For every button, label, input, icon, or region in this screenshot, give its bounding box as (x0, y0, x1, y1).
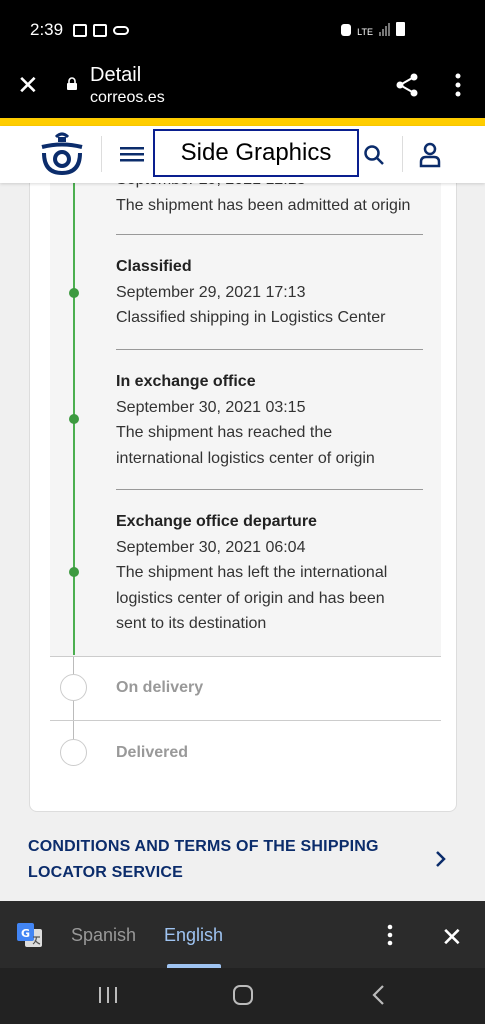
search-icon[interactable] (363, 144, 385, 166)
home-icon[interactable] (232, 984, 254, 1006)
conditions-link-line: CONDITIONS AND TERMS OF THE SHIPPING (28, 838, 379, 855)
page-title: Detail (90, 64, 142, 86)
share-icon[interactable] (394, 72, 420, 98)
tracking-card: September 29, 2021 12:13 The shipment ha… (29, 160, 457, 812)
pending-step-circle (60, 674, 87, 701)
timeline-line-pending (73, 656, 74, 750)
status-bar: 2:39 LTE (0, 0, 485, 60)
brand-stripe (0, 118, 485, 126)
user-account-icon[interactable] (418, 142, 442, 168)
section-divider (50, 656, 441, 657)
signal-icon (379, 23, 390, 36)
header-separator (402, 136, 403, 172)
event-divider (116, 349, 423, 350)
timeline-dot (69, 414, 79, 424)
translate-more-icon[interactable] (383, 923, 397, 947)
system-navigation-bar (0, 968, 485, 1024)
voicemail-icon (113, 26, 129, 35)
lock-icon (67, 77, 77, 90)
translate-close-icon[interactable]: ✕ (441, 922, 463, 953)
conditions-link[interactable]: CONDITIONS AND TERMS OF THE SHIPPING LOC… (28, 834, 398, 886)
event-description: logistics center of origin and has been (116, 589, 385, 607)
pending-step-label: On delivery (116, 679, 204, 696)
alarm-icon (341, 24, 352, 36)
timeline-event: Classified September 29, 2021 17:13 Clas… (116, 254, 426, 331)
notification-icons (73, 24, 129, 37)
close-icon[interactable]: ✕ (17, 70, 39, 101)
event-description: Classified shipping in Logistics Center (116, 309, 386, 326)
timeline-dot (69, 288, 79, 298)
event-title: Classified (116, 258, 192, 275)
event-description: international logistics center of origin (116, 449, 375, 467)
section-divider (50, 720, 441, 721)
event-divider (116, 234, 423, 235)
event-date: September 30, 2021 03:15 (116, 398, 306, 416)
back-icon[interactable] (370, 984, 388, 1006)
event-date: September 30, 2021 06:04 (116, 538, 306, 556)
hamburger-menu-icon[interactable] (120, 145, 144, 163)
event-date: September 29, 2021 17:13 (116, 283, 306, 301)
mail-icon (93, 24, 107, 37)
status-time: 2:39 (30, 20, 64, 39)
translate-bar: G Spanish English ✕ (0, 901, 485, 968)
calendar-icon (73, 24, 87, 37)
system-icons: LTE (341, 22, 405, 37)
page-url: correos.es (90, 89, 165, 106)
pending-step-label: Delivered (116, 744, 189, 761)
google-translate-icon: G (17, 923, 42, 947)
browser-toolbar: ✕ Detail correos.es (0, 60, 485, 118)
side-graphics-label: Side Graphics (153, 129, 359, 177)
pending-step-circle (60, 739, 87, 766)
timeline-event: In exchange office September 30, 2021 03… (116, 369, 426, 471)
event-description: The shipment has reached the (116, 424, 333, 441)
event-description: The shipment has left the international (116, 564, 388, 581)
header-separator (101, 136, 102, 172)
site-header: Side Graphics (0, 126, 485, 183)
language-spanish-tab[interactable]: Spanish (71, 925, 136, 946)
event-description: The shipment has been admitted at origin (116, 196, 411, 214)
svg-text:G: G (21, 927, 30, 940)
recent-apps-icon[interactable] (97, 984, 119, 1006)
more-options-icon[interactable] (449, 72, 467, 98)
timeline-event: Exchange office departure September 30, … (116, 509, 426, 637)
event-divider (116, 489, 423, 490)
correos-logo-icon[interactable] (38, 131, 86, 177)
conditions-link-line: LOCATOR SERVICE (28, 864, 184, 881)
event-title: Exchange office departure (116, 513, 317, 530)
event-title: In exchange office (116, 373, 256, 390)
timeline-dot (69, 567, 79, 577)
chevron-right-icon[interactable] (435, 849, 447, 869)
event-description: sent to its destination (116, 615, 267, 632)
language-english-tab[interactable]: English (164, 925, 223, 946)
network-type: LTE (357, 27, 373, 37)
battery-icon (396, 22, 405, 36)
